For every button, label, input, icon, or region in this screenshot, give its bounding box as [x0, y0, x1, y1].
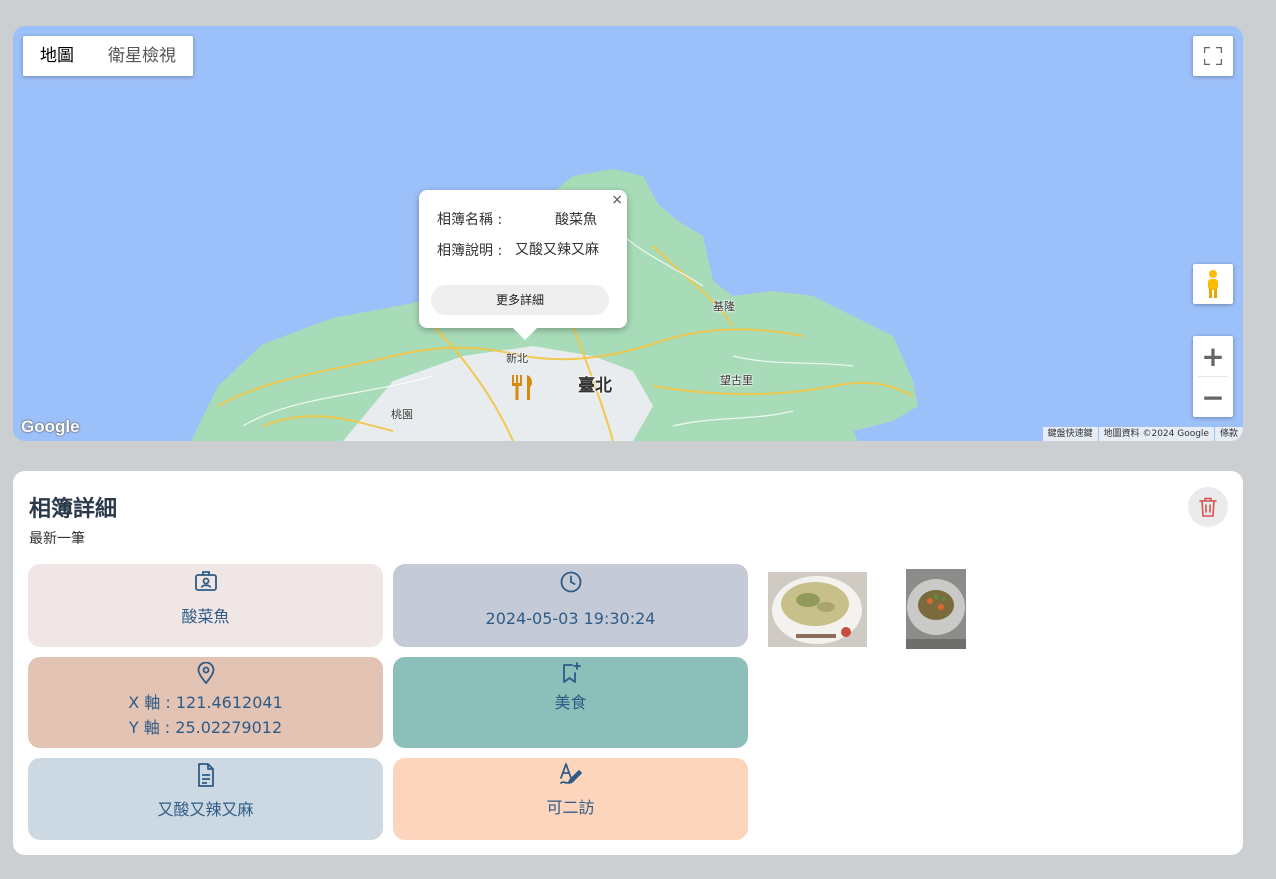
category-tile: 美食: [393, 657, 748, 748]
clock-icon: [560, 571, 581, 593]
description-value: 又酸又辣又麻: [157, 800, 254, 819]
pegman-icon: [1208, 270, 1218, 298]
trash-icon: [1199, 497, 1217, 517]
document-icon: [197, 763, 214, 787]
delete-button[interactable]: [1188, 487, 1228, 527]
terms-link[interactable]: 條款: [1214, 427, 1243, 441]
zoom-out-button[interactable]: −: [1193, 377, 1233, 417]
map-data-attribution: 地圖資料 ©2024 Google: [1098, 427, 1214, 441]
info-name-value: 酸菜魚: [555, 212, 597, 228]
x-coordinate-value: X 軸 : 121.4612041: [128, 693, 283, 712]
info-window-close-icon[interactable]: ×: [611, 192, 623, 208]
album-name-value: 酸菜魚: [181, 607, 230, 626]
card-subtitle: 最新一筆: [29, 531, 85, 547]
album-photo-1[interactable]: [768, 572, 867, 647]
keyboard-shortcuts-link[interactable]: 鍵盤快速鍵: [1042, 427, 1098, 441]
contact-card-icon: [194, 571, 217, 591]
google-logo: Google: [21, 417, 80, 436]
fullscreen-button[interactable]: [1193, 36, 1233, 76]
author-value: 可二訪: [546, 798, 595, 817]
fullscreen-icon: [1204, 47, 1222, 65]
more-details-button[interactable]: 更多詳細: [431, 285, 609, 315]
map-label-keelung: 基隆: [713, 300, 735, 313]
album-name-tile: 酸菜魚: [28, 564, 383, 647]
map-land: [191, 169, 918, 441]
zoom-control: + −: [1193, 336, 1233, 417]
restaurant-marker-icon[interactable]: [510, 373, 536, 401]
album-detail-card: 相簿詳細 最新一筆 酸菜魚 2024-05-03 19:30:24 X 軸: …: [13, 471, 1243, 855]
map-type-control: 地圖 衛星檢視: [23, 36, 193, 76]
bookmark-plus-icon: [562, 662, 581, 683]
info-name-label: 相簿名稱 :: [437, 212, 503, 228]
datetime-tile: 2024-05-03 19:30:24: [393, 564, 748, 647]
map-view[interactable]: 新北 臺北 基隆 桃園 望古里 地圖 衛星檢視 + − Google 鍵盤快速鍵…: [13, 26, 1243, 441]
signature-icon: [559, 763, 582, 784]
map-label-new-taipei: 新北: [506, 352, 528, 365]
y-coordinate-value: Y 軸 : 25.02279012: [128, 718, 283, 737]
map-info-window: × 相簿名稱 : 酸菜魚 相簿說明 : 又酸又辣又麻 更多詳細: [419, 190, 627, 340]
map-type-map-button[interactable]: 地圖: [23, 36, 91, 76]
info-desc-value: 又酸又辣又麻: [515, 242, 599, 258]
info-desc-row: 相簿說明 : 又酸又辣又麻: [437, 240, 607, 261]
soup-bowl-image: [768, 572, 867, 647]
zoom-in-button[interactable]: +: [1193, 336, 1233, 376]
info-desc-label: 相簿說明 :: [437, 243, 503, 259]
card-title: 相簿詳細: [29, 497, 118, 522]
wok-dish-image: [906, 569, 966, 649]
coordinates-tile: X 軸 : 121.4612041 Y 軸 : 25.02279012: [28, 657, 383, 748]
map-label-taoyuan: 桃園: [391, 408, 413, 421]
info-name-row: 相簿名稱 : 酸菜魚: [437, 209, 597, 229]
description-tile: 又酸又辣又麻: [28, 758, 383, 840]
datetime-value: 2024-05-03 19:30:24: [485, 609, 656, 628]
author-tile: 可二訪: [393, 758, 748, 840]
album-photo-2[interactable]: [906, 569, 966, 649]
street-view-pegman-button[interactable]: [1193, 264, 1233, 304]
map-attribution: 鍵盤快速鍵 地圖資料 ©2024 Google 條款: [1042, 427, 1243, 441]
location-pin-icon: [197, 662, 214, 684]
category-value: 美食: [554, 693, 587, 712]
map-type-satellite-button[interactable]: 衛星檢視: [91, 36, 193, 76]
map-label-taipei: 臺北: [578, 376, 612, 396]
map-label-wangguli: 望古里: [720, 374, 753, 387]
